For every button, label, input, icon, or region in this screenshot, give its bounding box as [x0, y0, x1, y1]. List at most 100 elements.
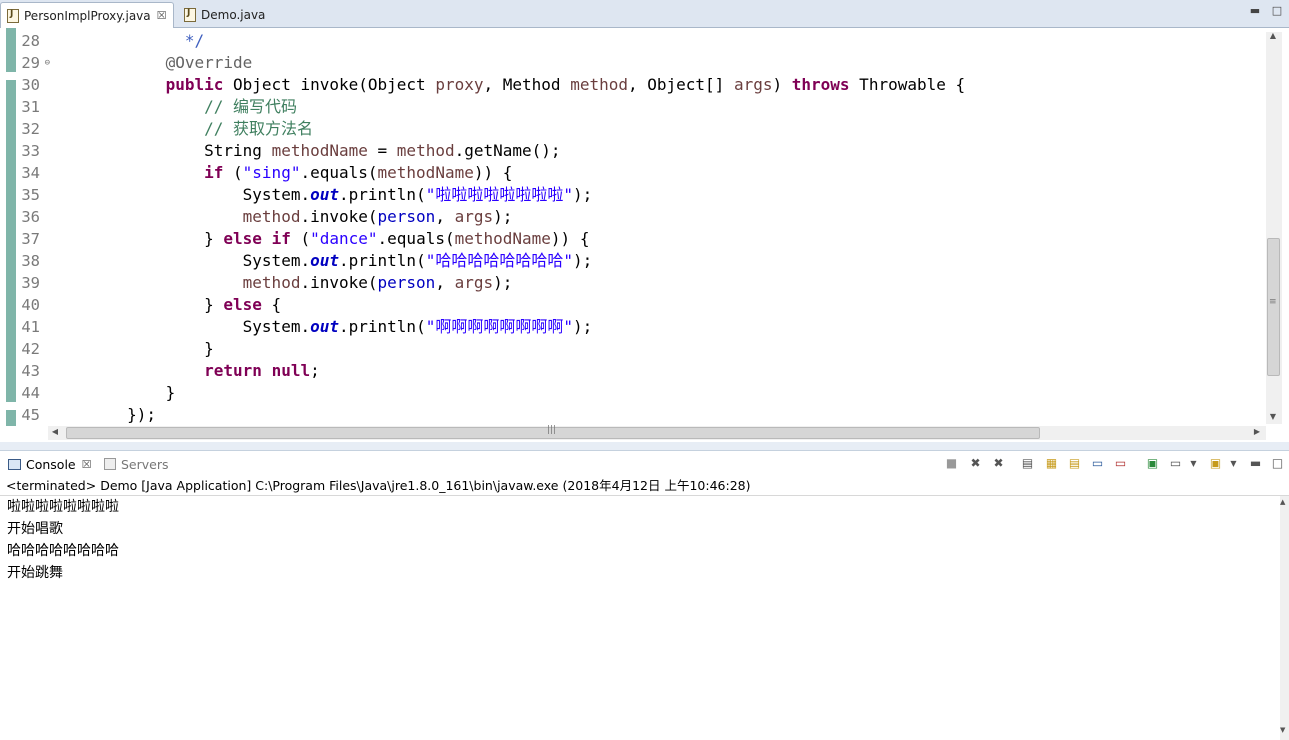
code-line: */	[50, 30, 1260, 52]
code-token: person	[377, 273, 436, 292]
code-line: method.invoke(person, args);	[50, 272, 1260, 294]
code-token: .equals(	[377, 229, 455, 248]
editor-horizontal-scrollbar[interactable]: ◀ ||| ▶	[48, 425, 1266, 440]
panel-separator[interactable]	[0, 442, 1289, 450]
code-token: ;	[310, 361, 320, 380]
code-token: System.	[50, 317, 311, 336]
servers-icon	[104, 458, 116, 470]
java-file-icon	[184, 8, 196, 22]
code-token: );	[572, 185, 593, 204]
code-token: .println(	[339, 185, 426, 204]
code-token: method	[242, 273, 301, 292]
code-token: ,	[435, 207, 455, 226]
tab-label: PersonImplProxy.java	[24, 8, 151, 23]
console-status: <terminated> Demo [Java Application] C:\…	[0, 476, 1289, 496]
console-output-line: 哈哈哈哈哈哈哈哈	[7, 543, 119, 559]
code-token: "sing"	[242, 163, 301, 182]
editor-horizontal-scroll-thumb[interactable]: |||	[66, 425, 1040, 439]
code-token: method	[570, 75, 628, 94]
chevron-down-icon[interactable]: ▼	[1226, 456, 1241, 471]
code-token: "哈哈哈哈哈哈哈哈"	[425, 251, 573, 270]
code-token: (	[290, 229, 311, 248]
close-tab-icon[interactable]: ☒	[157, 9, 167, 22]
code-token: .invoke(	[300, 207, 378, 226]
console-output-line: 开始跳舞	[7, 565, 63, 581]
code-token: if	[271, 229, 291, 248]
code-token: // 获取方法名	[204, 119, 314, 138]
minimize-icon[interactable]: ▬	[1248, 5, 1262, 17]
grip-icon: ≡	[1269, 297, 1277, 307]
code-token: null	[271, 361, 311, 380]
code-token: method	[396, 141, 455, 160]
scroll-down-arrow-icon[interactable]: ▼	[1266, 412, 1280, 421]
line-number: 35	[21, 186, 40, 204]
code-token: proxy	[435, 75, 484, 94]
tab-console[interactable]: Console ☒	[8, 451, 92, 477]
code-token: args	[454, 207, 494, 226]
show-stderr-icon[interactable]: ▭	[1113, 456, 1128, 471]
code-token: Object invoke(Object	[223, 75, 436, 94]
pin-console-icon[interactable]: ▣	[1145, 456, 1160, 471]
code-token: {	[261, 295, 282, 314]
console-output-line: 啦啦啦啦啦啦啦啦	[7, 499, 119, 515]
word-wrap-icon[interactable]: ▤	[1067, 456, 1082, 471]
line-number: 40	[21, 296, 40, 314]
terminate-icon[interactable]: ■	[944, 456, 959, 471]
code-token: =	[367, 141, 397, 160]
console-toolbar: Console ☒ Servers ■ ✖ ✖ ▤ ▦ ▤ ▭ ▭ ▣ ▭ ▼ …	[0, 450, 1289, 476]
code-line: @Override	[50, 52, 1260, 74]
code-line: }	[50, 382, 1260, 404]
remove-all-icon[interactable]: ✖	[991, 456, 1006, 471]
scroll-left-arrow-icon[interactable]: ◀	[48, 427, 62, 436]
code-text-area[interactable]: */ @Override public Object invoke(Object…	[50, 30, 1260, 426]
code-token: String	[50, 141, 272, 160]
display-console-icon[interactable]: ▭	[1168, 456, 1183, 471]
code-token: .println(	[339, 317, 426, 336]
editor-vertical-scrollbar[interactable]: ▲ ≡ ▼	[1266, 31, 1282, 424]
clear-console-icon[interactable]: ▤	[1020, 456, 1035, 471]
code-token: return	[204, 361, 262, 380]
console-vertical-scrollbar[interactable]: ▲ ▼	[1280, 496, 1289, 740]
remove-launch-icon[interactable]: ✖	[968, 456, 983, 471]
code-token: .getName();	[454, 141, 561, 160]
editor-tab-bar: PersonImplProxy.java ☒ Demo.java ▬ □	[0, 0, 1289, 28]
maximize-icon[interactable]: □	[1270, 456, 1285, 471]
line-number: 43	[21, 362, 40, 380]
code-token: out	[310, 251, 339, 270]
code-token: System.	[50, 251, 311, 270]
scroll-up-arrow-icon[interactable]: ▲	[1266, 31, 1280, 40]
code-token: args	[733, 75, 773, 94]
code-token: }	[50, 383, 176, 402]
code-token: if	[204, 163, 224, 182]
tab-personimplproxy[interactable]: PersonImplProxy.java ☒	[0, 2, 174, 28]
code-token: }	[50, 339, 214, 358]
scroll-down-arrow-icon[interactable]: ▼	[1280, 726, 1285, 734]
close-tab-icon[interactable]: ☒	[82, 458, 92, 471]
code-editor[interactable]: 28 29 ⊖ 30 31 32 33 34 35 36 37 38 39 40 41 42 43 44 45 */…	[0, 28, 1289, 442]
scroll-right-arrow-icon[interactable]: ▶	[1250, 427, 1264, 436]
code-token: methodName	[454, 229, 551, 248]
line-number: 29 ⊖	[21, 54, 50, 72]
code-line: } else if ("dance".equals(methodName)) {	[50, 228, 1260, 250]
minimize-icon[interactable]: ▬	[1248, 456, 1263, 471]
console-output[interactable]: 啦啦啦啦啦啦啦啦 开始唱歌 哈哈哈哈哈哈哈哈 开始跳舞	[0, 496, 1280, 740]
code-token: )) {	[473, 163, 513, 182]
code-token: )	[772, 75, 792, 94]
tab-demo[interactable]: Demo.java	[178, 2, 274, 28]
code-token: Throwable {	[849, 75, 966, 94]
maximize-icon[interactable]: □	[1270, 5, 1284, 17]
code-token: methodName	[377, 163, 474, 182]
editor-vertical-scroll-thumb[interactable]: ≡	[1267, 238, 1280, 376]
code-token: "啊啊啊啊啊啊啊啊"	[425, 317, 573, 336]
code-token: .equals(	[300, 163, 378, 182]
scroll-lock-icon[interactable]: ▦	[1044, 456, 1059, 471]
tab-servers[interactable]: Servers	[104, 451, 169, 477]
chevron-down-icon[interactable]: ▼	[1186, 456, 1201, 471]
show-stdout-icon[interactable]: ▭	[1090, 456, 1105, 471]
tab-label: Console	[26, 456, 76, 472]
open-console-icon[interactable]: ▣	[1208, 456, 1223, 471]
scroll-up-arrow-icon[interactable]: ▲	[1280, 498, 1285, 506]
